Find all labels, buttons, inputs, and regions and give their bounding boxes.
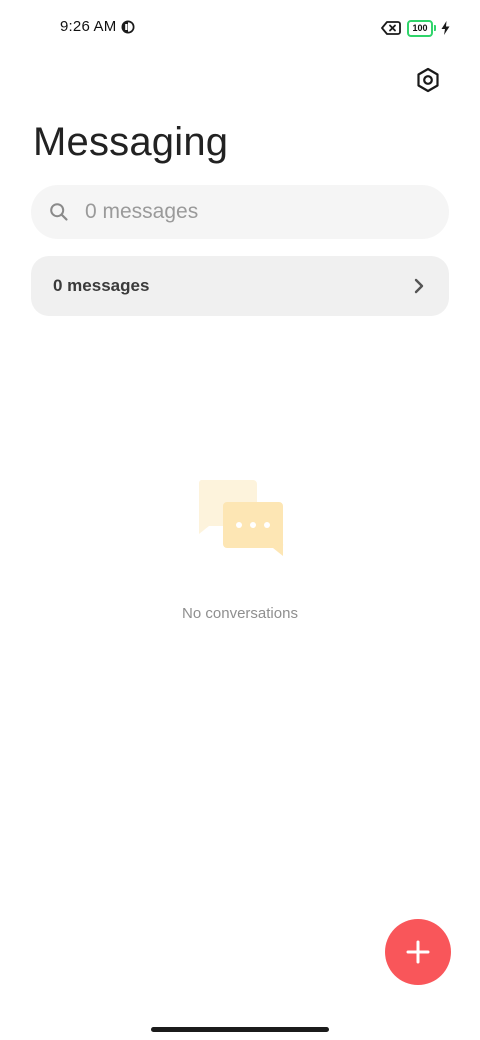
settings-button[interactable] xyxy=(410,62,446,98)
no-sim-icon xyxy=(381,21,401,35)
app-notification-icon xyxy=(121,20,135,34)
new-conversation-button[interactable] xyxy=(385,919,451,985)
charging-bolt-icon xyxy=(441,21,450,35)
chevron-right-icon xyxy=(414,278,424,294)
search-bar[interactable] xyxy=(31,185,449,239)
search-input[interactable] xyxy=(85,185,425,239)
empty-state-text: No conversations xyxy=(182,605,298,622)
status-time: 9:26 AM xyxy=(60,18,117,35)
page-title: Messaging xyxy=(33,120,229,164)
settings-hexagon-icon xyxy=(417,67,439,93)
status-indicators: 100 xyxy=(381,18,450,38)
battery-level: 100 xyxy=(412,23,428,33)
plus-icon xyxy=(406,940,430,964)
battery-indicator: 100 xyxy=(407,19,436,37)
empty-conversations-illustration xyxy=(198,480,284,556)
home-indicator[interactable] xyxy=(151,1027,329,1032)
status-bar: 9:26 AM 100 xyxy=(0,0,480,56)
search-icon xyxy=(50,203,68,221)
messages-row[interactable]: 0 messages xyxy=(31,256,449,316)
messages-row-label: 0 messages xyxy=(53,276,150,295)
